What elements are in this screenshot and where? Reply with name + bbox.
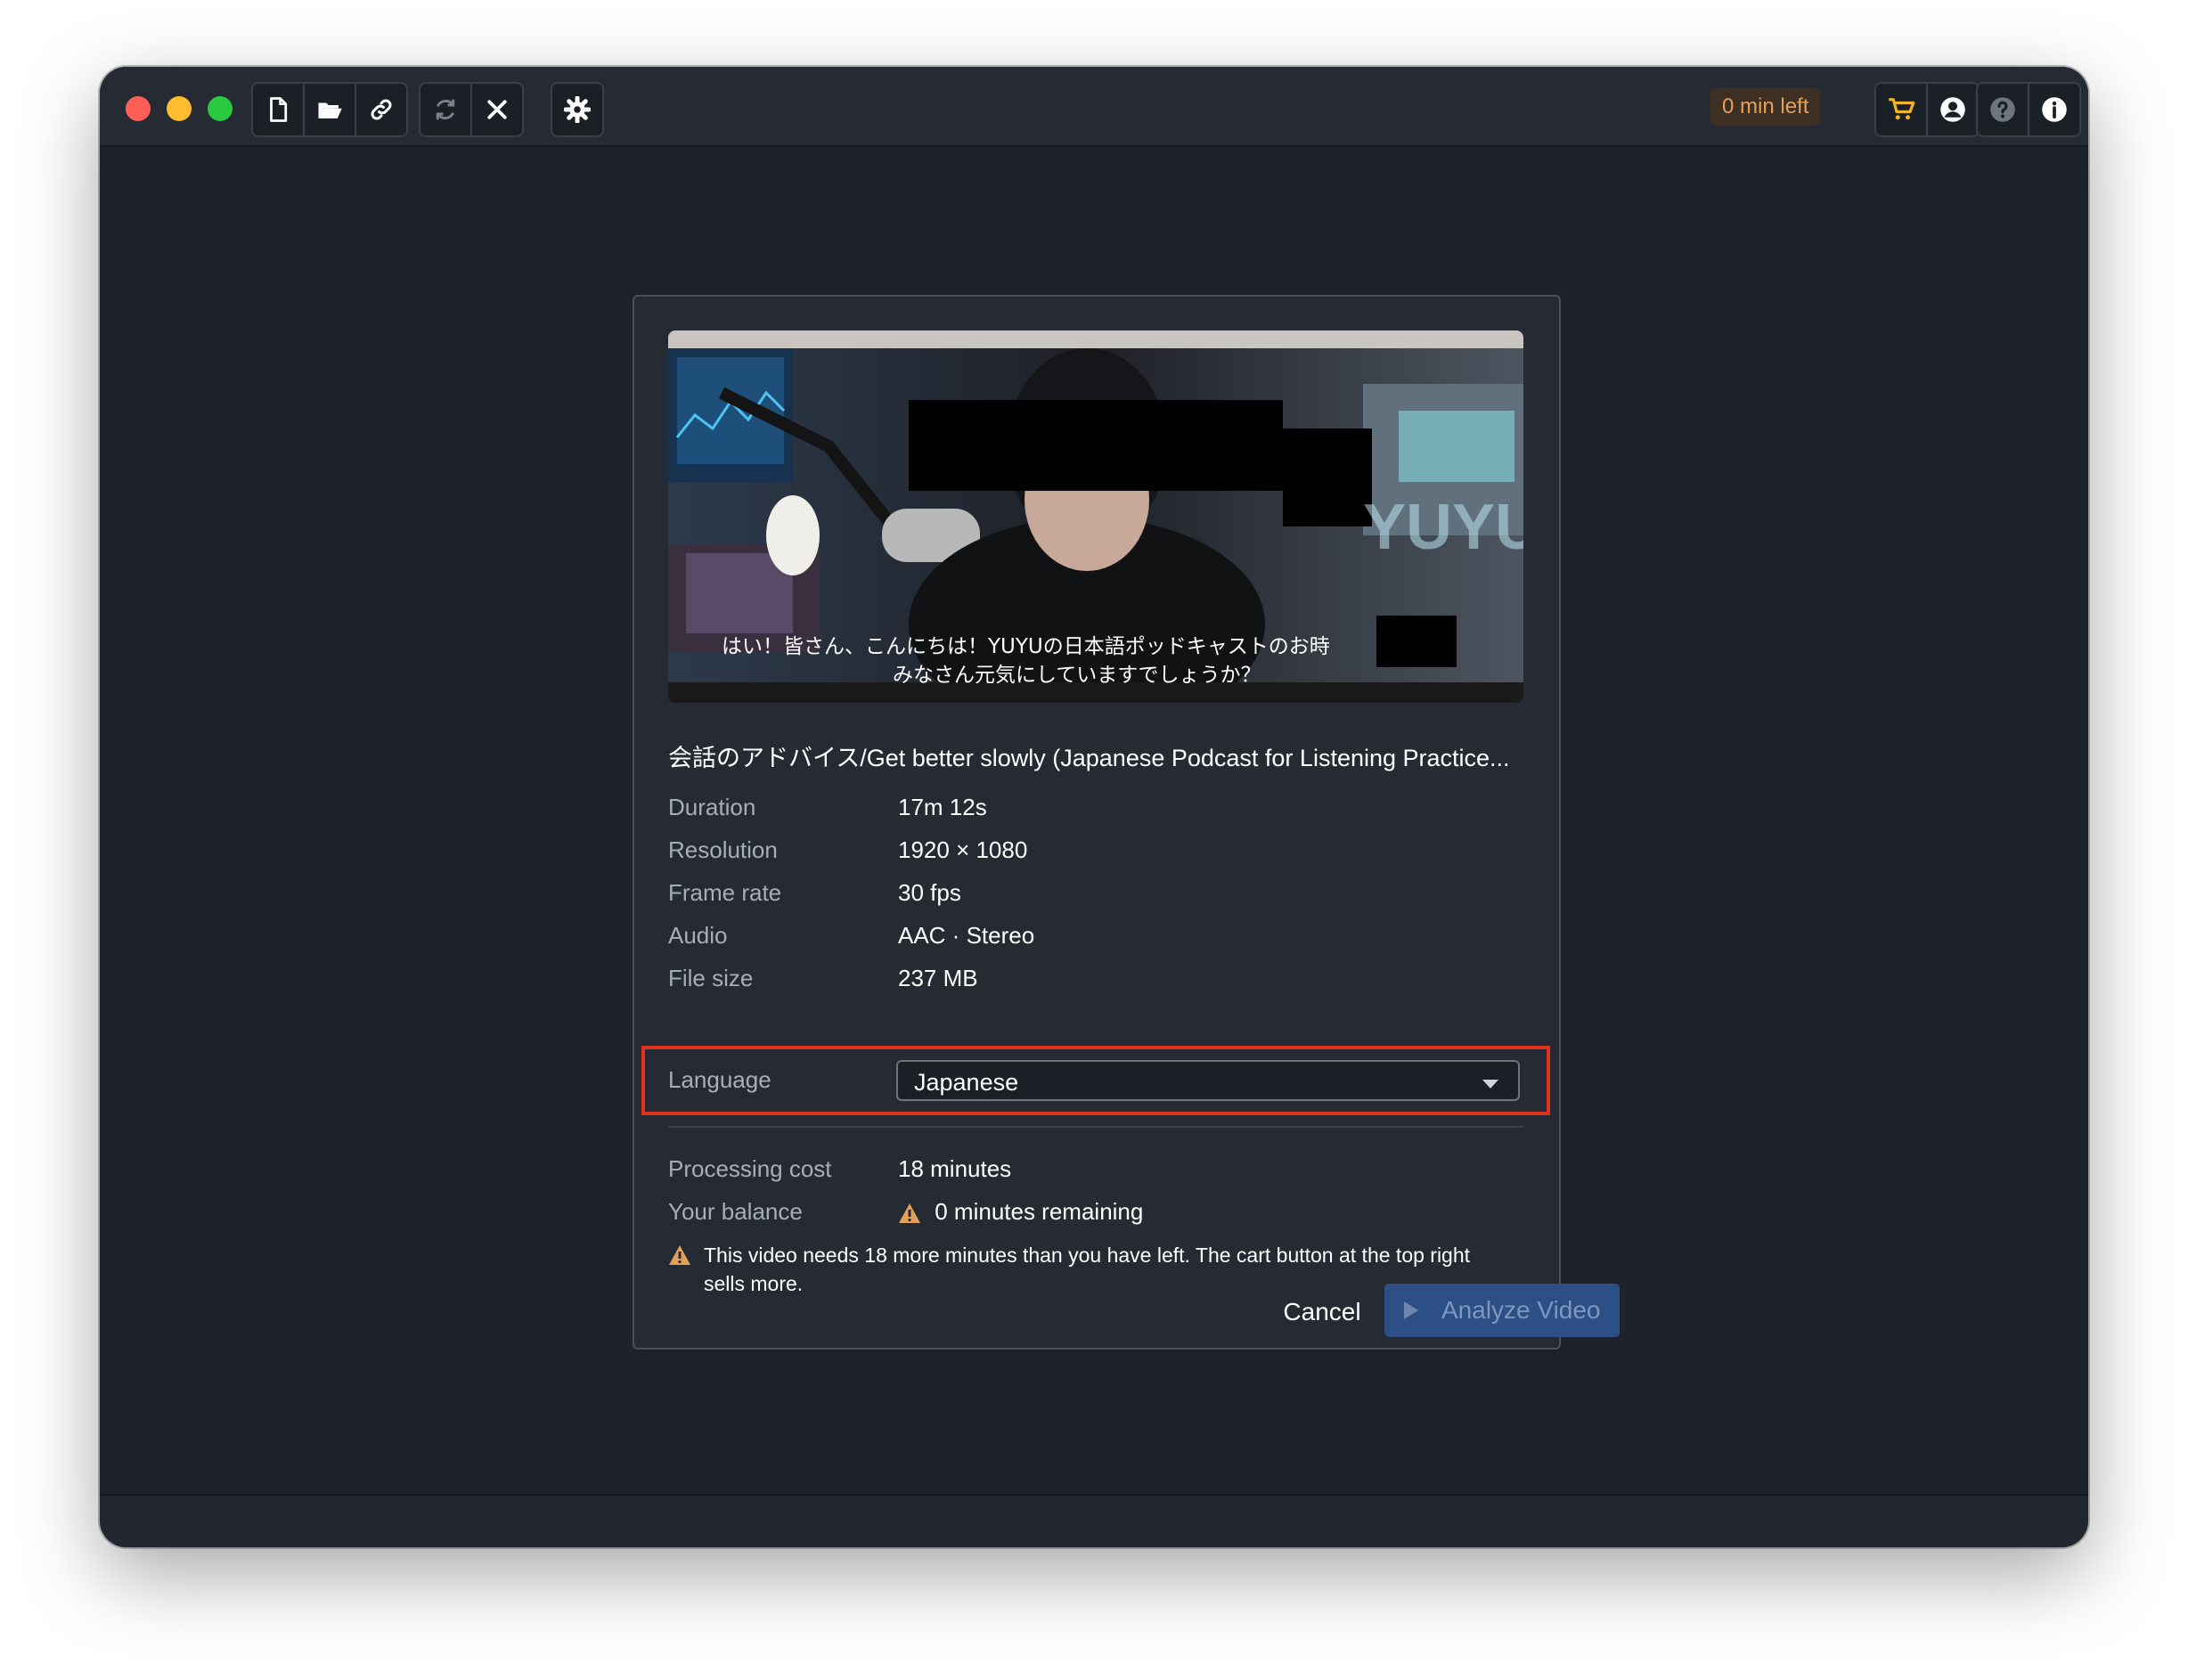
divider xyxy=(668,1126,1523,1128)
detail-row-audio: Audio AAC · Stereo xyxy=(668,922,1523,954)
video-thumbnail: YUYU はい！皆さん、こんにちは！YUYUの日本語ポッドキャストのお時 みなさ… xyxy=(668,330,1523,703)
analyze-video-button[interactable]: Analyze Video xyxy=(1384,1284,1620,1337)
help-icon xyxy=(1990,97,2015,122)
chevron-down-icon xyxy=(1482,1080,1498,1089)
link-button[interactable] xyxy=(356,84,406,135)
status-bar xyxy=(100,1494,2088,1547)
processing-cost-value: 18 minutes xyxy=(898,1155,1012,1182)
processing-cost-row: Processing cost 18 minutes xyxy=(668,1155,1523,1187)
time-left-badge: 0 min left xyxy=(1710,88,1821,126)
detail-label: Frame rate xyxy=(668,879,782,906)
window-zoom-light[interactable] xyxy=(208,96,233,121)
balance-value-wrap: 0 minutes remaining xyxy=(898,1198,1143,1226)
thumbnail-subtitle-2: みなさん元気にしていますでしょうか？ xyxy=(893,664,1261,687)
language-selected-value: Japanese xyxy=(914,1069,1019,1096)
cancel-button[interactable]: Cancel xyxy=(1278,1285,1367,1339)
file-button-group xyxy=(251,82,408,137)
thumbnail-subtitle-1: はい！皆さん、こんにちは！YUYUの日本語ポッドキャストのお時 xyxy=(722,635,1330,658)
link-icon xyxy=(371,99,392,120)
warning-icon xyxy=(669,1245,690,1265)
detail-label: Duration xyxy=(668,794,756,820)
account-icon xyxy=(1940,97,1965,122)
video-title: 会話のアドバイス/Get better slowly (Japanese Pod… xyxy=(668,745,1510,771)
cart-icon xyxy=(1889,98,1914,120)
play-icon xyxy=(1404,1301,1418,1319)
language-row: Language Japanese xyxy=(668,1060,1523,1101)
detail-row-frame-rate: Frame rate 30 fps xyxy=(668,879,1523,911)
detail-label: File size xyxy=(668,965,754,991)
process-button-group xyxy=(419,82,524,137)
app-window: 0 min left YUYU はい！皆さん、こんにちは！YUYUの日本語ポッド… xyxy=(100,67,2088,1547)
settings-button-group xyxy=(551,82,604,137)
account-button-group xyxy=(1874,82,1980,137)
help-button-group xyxy=(1976,82,2081,137)
info-icon xyxy=(2042,97,2067,122)
new-file-button[interactable] xyxy=(253,84,305,135)
warning-icon xyxy=(899,1203,920,1224)
analyze-dialog: YUYU はい！皆さん、こんにちは！YUYUの日本語ポッドキャストのお時 みなさ… xyxy=(633,295,1620,1350)
detail-value: 237 MB xyxy=(898,965,978,991)
refresh-icon xyxy=(436,99,455,120)
detail-value: 17m 12s xyxy=(898,794,987,820)
language-select[interactable]: Japanese xyxy=(896,1060,1520,1101)
close-icon xyxy=(487,100,507,119)
settings-button[interactable] xyxy=(552,84,602,135)
toolbar: 0 min left xyxy=(100,67,2088,147)
balance-value: 0 minutes remaining xyxy=(935,1198,1144,1225)
detail-row-resolution: Resolution 1920 × 1080 xyxy=(668,836,1523,869)
detail-row-file-size: File size 237 MB xyxy=(668,965,1523,997)
help-button[interactable] xyxy=(1978,84,2029,135)
account-button[interactable] xyxy=(1928,84,1978,135)
info-button[interactable] xyxy=(2029,84,2079,135)
open-folder-icon xyxy=(318,102,342,118)
cart-button[interactable] xyxy=(1876,84,1928,135)
thumbnail-overlay-text: YUYU xyxy=(1363,492,1523,563)
window-close-light[interactable] xyxy=(126,96,151,121)
balance-row: Your balance 0 minutes remaining xyxy=(668,1198,1523,1230)
detail-value: AAC · Stereo xyxy=(898,922,1035,949)
language-label: Language xyxy=(668,1066,772,1093)
detail-value: 30 fps xyxy=(898,879,961,906)
detail-value: 1920 × 1080 xyxy=(898,836,1028,863)
gear-icon xyxy=(564,96,591,123)
new-file-icon xyxy=(270,97,288,122)
detail-label: Audio xyxy=(668,922,728,949)
analyze-video-label: Analyze Video xyxy=(1441,1296,1601,1324)
processing-cost-label: Processing cost xyxy=(668,1155,832,1182)
open-folder-button[interactable] xyxy=(305,84,356,135)
detail-label: Resolution xyxy=(668,836,778,863)
window-minimize-light[interactable] xyxy=(167,96,192,121)
refresh-button[interactable] xyxy=(420,84,472,135)
balance-label: Your balance xyxy=(668,1198,803,1225)
detail-row-duration: Duration 17m 12s xyxy=(668,794,1523,826)
cancel-job-button[interactable] xyxy=(472,84,522,135)
